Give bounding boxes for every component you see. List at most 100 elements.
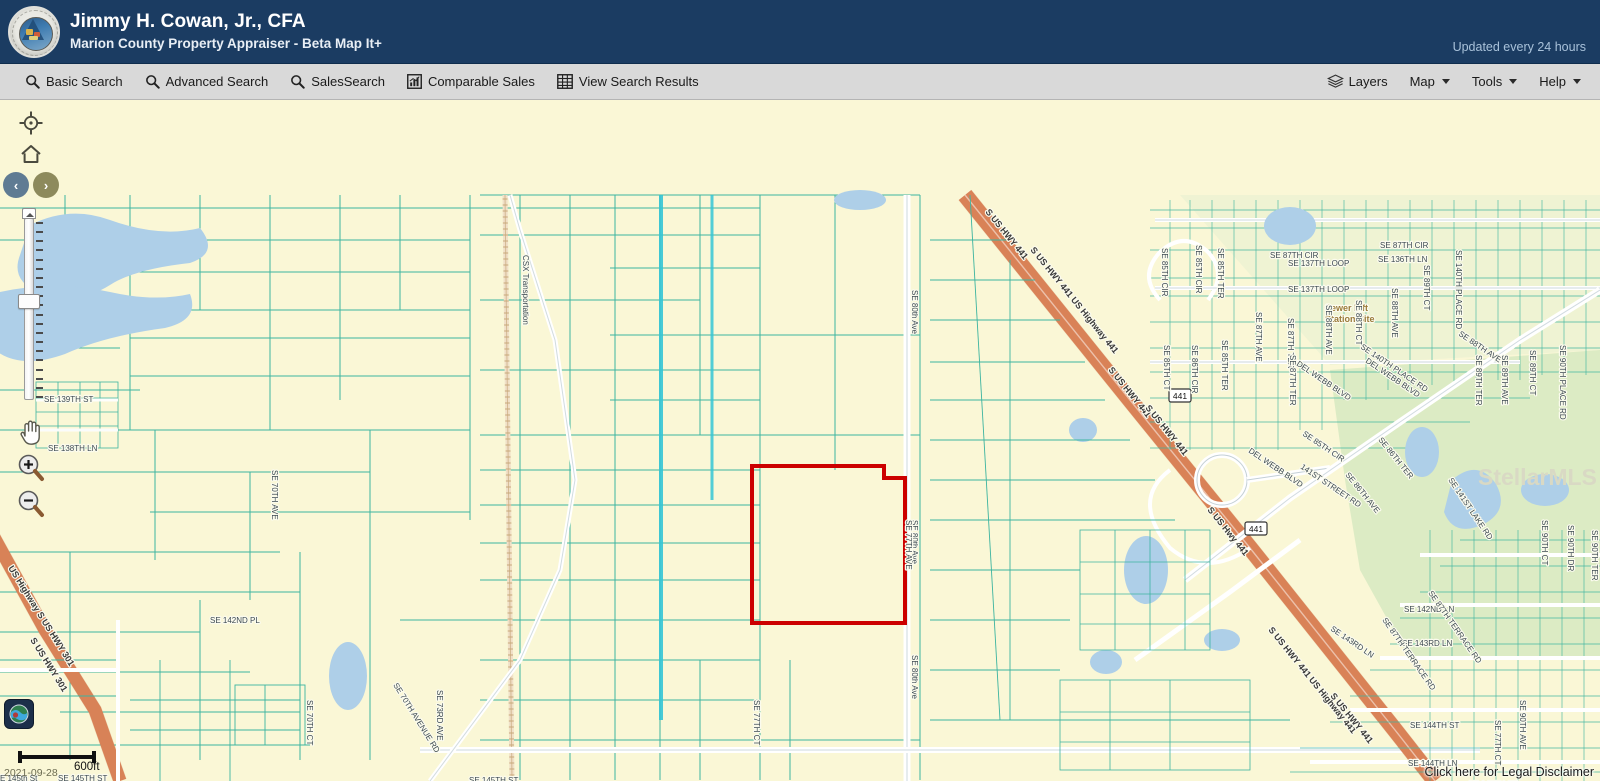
svg-text:SE 70TH AVE: SE 70TH AVE [270,470,279,520]
zoom-out-icon[interactable] [16,488,46,518]
svg-text:SE 142ND PL: SE 142ND PL [210,616,260,625]
chevron-down-icon [1573,79,1581,84]
toolbar-item-comparable-sales[interactable]: Comparable Sales [396,64,546,100]
nav-previous-extent-button[interactable]: ‹ [3,172,29,198]
bar-chart-icon [406,74,422,89]
svg-text:SE 80th Ave: SE 80th Ave [910,290,919,334]
toolbar-menu-tools[interactable]: Tools [1461,64,1528,100]
toolbar-label: Tools [1471,74,1503,89]
toolbar-label: Basic Search [46,74,123,89]
table-grid-icon [556,74,573,89]
map-vector-layer: Summerfield StellarMLS Sewer Lift Statio… [0,100,1600,781]
toolbar-item-layers[interactable]: Layers [1316,64,1399,100]
map-control-stack: ‹ › [3,110,59,518]
toolbar-label: Advanced Search [165,74,269,89]
svg-text:SE 87TH AVE: SE 87TH AVE [1254,312,1263,362]
map-history-nav: ‹ › [3,172,59,198]
svg-text:SE 73RD AVE: SE 73RD AVE [435,690,444,741]
zoom-slider-track[interactable] [24,218,34,400]
highway-shield-441: 441 [1244,521,1268,536]
svg-text:SE 89TH CT: SE 89TH CT [1528,350,1537,395]
toolbar-menu-help[interactable]: Help [1528,64,1592,100]
zoom-slider-top-cap[interactable] [22,208,36,219]
basemap-globe-icon[interactable] [4,699,34,729]
svg-text:SE 89TH TER: SE 89TH TER [1474,355,1483,406]
search-icon [25,74,40,89]
svg-text:SE 90TH PLACE RD: SE 90TH PLACE RD [1558,345,1567,420]
svg-text:SE 77TH CT: SE 77TH CT [1493,720,1502,765]
toolbar-item-view-search-results[interactable]: View Search Results [546,64,710,100]
svg-text:SE 85TH TER: SE 85TH TER [1216,248,1225,299]
toolbar-right-group: Layers Map Tools Help [1316,64,1592,100]
zoom-slider[interactable] [16,208,46,408]
toolbar-menu-map[interactable]: Map [1399,64,1461,100]
legal-disclaimer-link[interactable]: Click here for Legal Disclaimer [1424,765,1594,779]
svg-text:SE 137TH LOOP: SE 137TH LOOP [1288,285,1349,294]
map-watermark: StellarMLS [1478,464,1597,490]
svg-text:SE 138TH LN: SE 138TH LN [48,444,98,453]
svg-text:SE 88TH CT: SE 88TH CT [1354,300,1363,345]
pan-hand-icon[interactable] [17,416,45,446]
svg-text:SE 90TH AVE: SE 90TH AVE [1518,700,1527,750]
map-scale-label: 600ft [74,761,100,773]
appraiser-name: Jimmy H. Cowan, Jr., CFA [70,10,306,32]
svg-text:SE 77TH CT: SE 77TH CT [752,700,761,745]
chevron-down-icon [1441,79,1450,84]
toolbar-label: SalesSearch [311,74,385,89]
svg-text:SE 137TH LOOP: SE 137TH LOOP [1288,259,1349,268]
svg-text:SE 89TH AVE: SE 89TH AVE [1500,355,1509,405]
imagery-date-label: 2021-09-28 [4,767,58,779]
svg-text:SE 144TH ST: SE 144TH ST [1410,721,1459,730]
svg-text:SE 77TH AVE: SE 77TH AVE [904,520,913,570]
svg-text:SE 88TH AVE: SE 88TH AVE [1390,288,1399,338]
page-title: Marion County Property Appraiser - Beta … [70,35,382,51]
svg-text:SE 80th Ave: SE 80th Ave [910,655,919,699]
chevron-down-icon [1509,79,1518,84]
locate-crosshair-icon[interactable] [18,110,44,136]
svg-text:441: 441 [1249,524,1263,534]
zoom-slider-ticks [36,222,44,398]
toolbar-item-basic-search[interactable]: Basic Search [14,64,134,100]
svg-text:SE 90TH TER: SE 90TH TER [1590,530,1599,581]
nav-next-extent-button[interactable]: › [33,172,59,198]
svg-text:SE 85TH CT: SE 85TH CT [1162,345,1171,390]
highway-shield-441: 441 [1168,388,1192,403]
svg-text:SE 87TH CIR: SE 87TH CIR [1380,241,1429,250]
toolbar-label: Layers [1348,74,1388,89]
svg-text:SE 140TH PLACE RD: SE 140TH PLACE RD [1454,250,1463,329]
toolbar-label: View Search Results [578,74,699,89]
search-icon [145,74,160,89]
search-icon [290,74,305,89]
svg-text:441: 441 [1173,391,1187,401]
svg-text:SE 145TH ST: SE 145TH ST [469,776,518,781]
svg-text:SE 85TH TER: SE 85TH TER [1220,340,1229,391]
svg-text:SE 90TH CT: SE 90TH CT [1540,520,1549,565]
svg-text:SE 87TH TER: SE 87TH TER [1288,355,1297,406]
map-scale-bar: 600ft [18,755,100,773]
svg-text:SE 90TH DR: SE 90TH DR [1566,525,1575,571]
zoom-in-icon[interactable] [16,452,46,482]
zoom-slider-thumb[interactable] [18,294,40,309]
toolbar-item-sales-search[interactable]: SalesSearch [279,64,396,100]
main-toolbar: Basic Search Advanced Search SalesSearch… [0,64,1600,100]
layers-icon [1326,74,1344,89]
svg-text:SE 86TH CIR: SE 86TH CIR [1190,345,1199,394]
svg-text:SE 145TH ST: SE 145TH ST [58,774,107,781]
svg-text:SE 85TH CIR: SE 85TH CIR [1194,245,1203,294]
svg-text:SE 136TH LN: SE 136TH LN [1378,255,1428,264]
svg-text:SE 70TH CT: SE 70TH CT [305,700,314,745]
svg-text:CSX Transportation: CSX Transportation [521,255,530,325]
svg-text:SE 88TH AVE: SE 88TH AVE [1324,305,1333,355]
toolbar-label: Help [1539,74,1566,89]
home-icon[interactable] [18,142,44,166]
svg-text:SE 89TH CT: SE 89TH CT [1422,265,1431,310]
app-header: Jimmy H. Cowan, Jr., CFA Marion County P… [0,0,1600,64]
map-canvas[interactable]: Summerfield StellarMLS Sewer Lift Statio… [0,100,1600,781]
toolbar-label: Map [1409,74,1435,89]
county-seal-logo [8,5,60,58]
header-titles: Jimmy H. Cowan, Jr., CFA Marion County P… [70,11,382,53]
svg-text:SE 85TH CIR: SE 85TH CIR [1160,248,1169,297]
toolbar-item-advanced-search[interactable]: Advanced Search [134,64,280,100]
updated-note: Updated every 24 hours [1452,40,1586,54]
toolbar-label: Comparable Sales [427,74,535,89]
